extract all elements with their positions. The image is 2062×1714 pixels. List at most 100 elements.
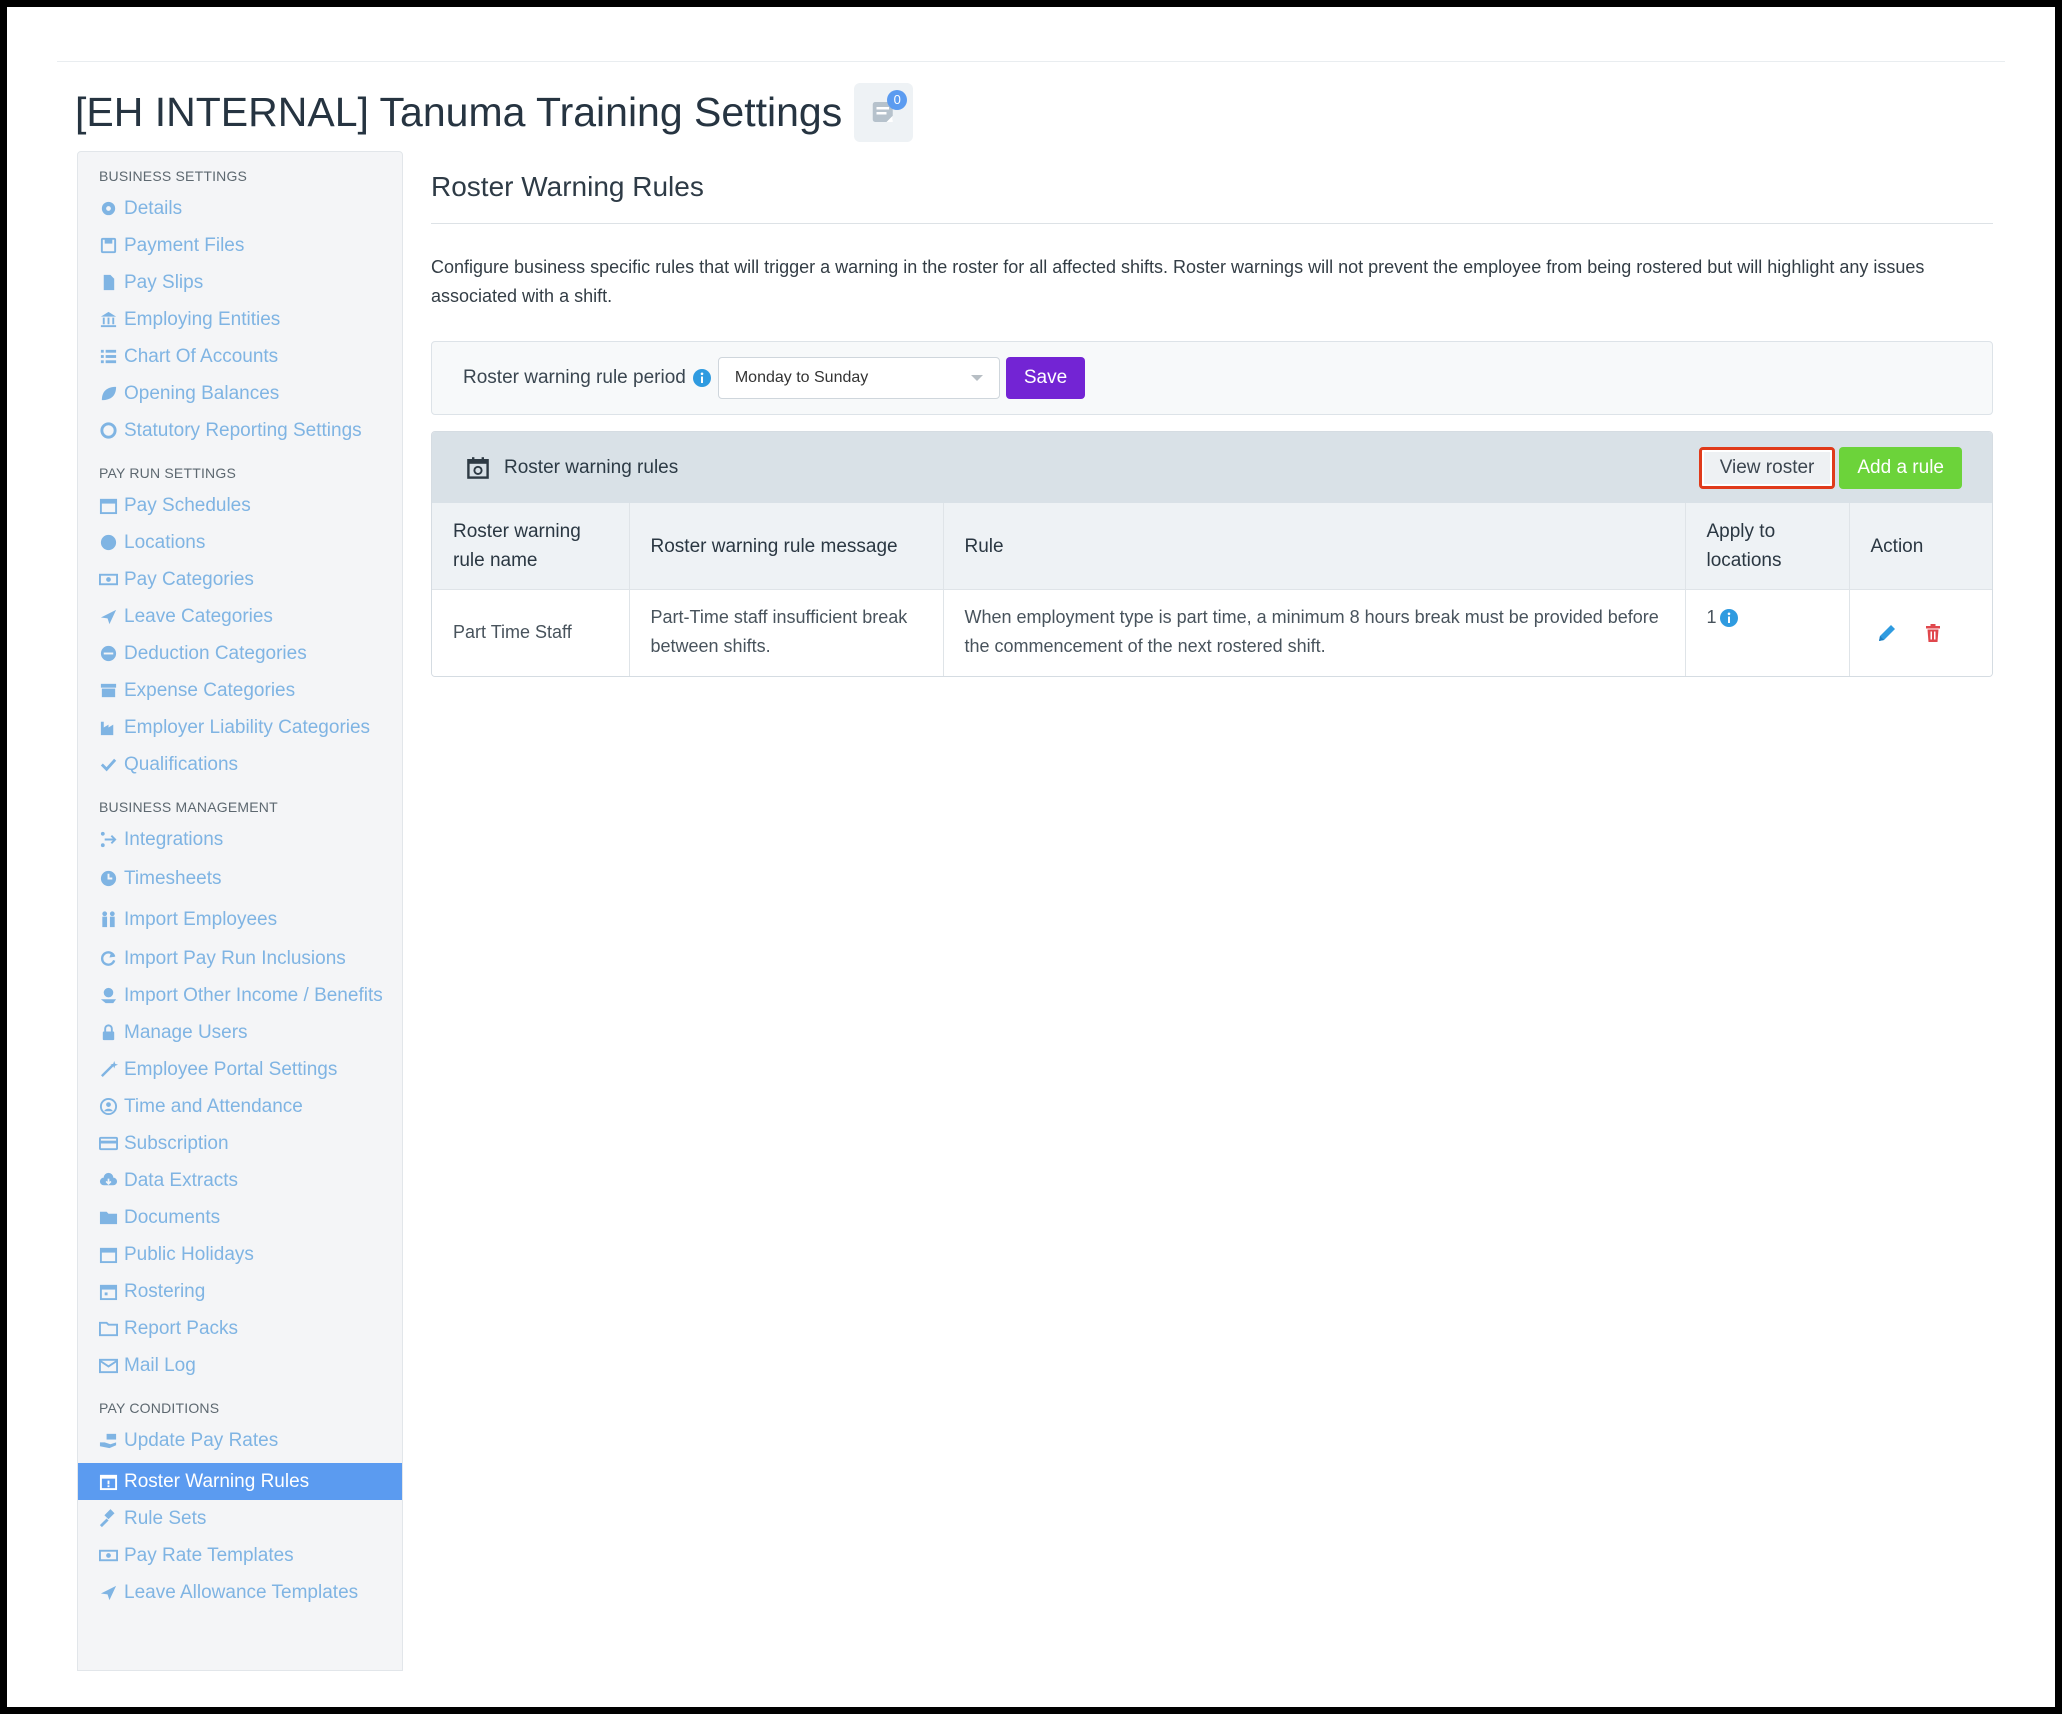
edit-pencil-icon[interactable] (1875, 621, 1899, 645)
rules-table: Roster warning rule name Roster warning … (432, 503, 1992, 676)
notes-count-badge: 0 (887, 89, 908, 110)
sidebar-item-locations[interactable]: Locations (78, 524, 402, 561)
calendar-icon (99, 1282, 118, 1301)
chevron-down-icon (970, 375, 983, 381)
sidebar-item-employee-portal-settings[interactable]: Employee Portal Settings (78, 1051, 402, 1088)
rules-panel: Roster warning rules View roster Add a r… (431, 431, 1993, 677)
plane-icon (99, 1583, 118, 1602)
rules-panel-header: Roster warning rules View roster Add a r… (432, 432, 1992, 503)
rules-panel-title: Roster warning rules (504, 456, 679, 478)
sidebar-item-rule-sets[interactable]: Rule Sets (78, 1500, 402, 1537)
main-content: Roster Warning Rules Configure business … (431, 151, 1993, 677)
archive-icon (99, 681, 118, 700)
table-row: Part Time Staff Part-Time staff insuffic… (432, 589, 1992, 676)
notes-button[interactable]: 0 (854, 82, 914, 142)
plane-icon (99, 607, 118, 626)
sidebar-item-public-holidays[interactable]: Public Holidays (78, 1236, 402, 1273)
sidebar-section-business-settings: BUSINESS SETTINGS (99, 168, 248, 184)
credit-card-icon (99, 1134, 118, 1153)
sidebar-item-qualifications[interactable]: Qualifications (78, 746, 402, 783)
sidebar-item-rostering[interactable]: Rostering (78, 1273, 402, 1310)
column-header-rule-message: Roster warning rule message (629, 503, 944, 590)
calendar-warning-icon (99, 1472, 118, 1491)
locations-cell: 1 (1685, 589, 1850, 676)
folder-icon (99, 1208, 118, 1227)
people-icon (99, 910, 118, 929)
sidebar-item-time-and-attendance[interactable]: Time and Attendance (78, 1088, 402, 1125)
sidebar-item-import-other-income-benefits[interactable]: Import Other Income / Benefits (78, 977, 402, 1014)
sidebar-item-deduction-categories[interactable]: Deduction Categories (78, 635, 402, 672)
rule-description-cell: When employment type is part time, a min… (943, 589, 1686, 676)
add-rule-button[interactable]: Add a rule (1839, 446, 1962, 489)
sidebar-item-details[interactable]: Details (78, 190, 402, 227)
leaf-icon (99, 384, 118, 403)
sidebar-item-employing-entities[interactable]: Employing Entities (78, 301, 402, 338)
attendance-icon (99, 1097, 118, 1116)
magic-wand-icon (99, 1060, 118, 1079)
folder-open-icon (99, 1319, 118, 1338)
sidebar-item-timesheets[interactable]: Timesheets (78, 858, 402, 899)
sidebar-section-pay-conditions: PAY CONDITIONS (99, 1400, 220, 1416)
column-header-rule-name: Roster warning rule name (432, 503, 630, 590)
rule-period-label: Roster warning rule period (463, 367, 686, 388)
sidebar-item-pay-slips[interactable]: Pay Slips (78, 264, 402, 301)
sidebar-item-payment-files[interactable]: Payment Files (78, 227, 402, 264)
sidebar-item-manage-users[interactable]: Manage Users (78, 1014, 402, 1051)
save-button[interactable]: Save (1005, 357, 1086, 399)
bank-icon (99, 310, 118, 329)
gear-icon (99, 199, 118, 218)
table-header-row: Roster warning rule name Roster warning … (432, 503, 1992, 590)
sidebar-item-chart-of-accounts[interactable]: Chart Of Accounts (78, 338, 402, 375)
sidebar-item-employer-liability-categories[interactable]: Employer Liability Categories (78, 709, 402, 746)
check-icon (99, 755, 118, 774)
list-icon (99, 347, 118, 366)
column-header-rule: Rule (943, 503, 1686, 590)
calendar-icon (99, 496, 118, 515)
sidebar-item-update-pay-rates[interactable]: Update Pay Rates (78, 1422, 402, 1459)
cloud-download-icon (99, 1171, 118, 1190)
sidebar-item-subscription[interactable]: Subscription (78, 1125, 402, 1162)
rule-period-panel: Roster warning rule period Monday to Sun… (431, 341, 1993, 415)
sidebar-item-opening-balances[interactable]: Opening Balances (78, 375, 402, 412)
settings-sidebar: BUSINESS SETTINGS Details Payment Files … (77, 151, 403, 1671)
sidebar-item-roster-warning-rules[interactable]: Roster Warning Rules (78, 1463, 402, 1500)
section-title: Roster Warning Rules (431, 171, 704, 202)
sidebar-item-pay-categories[interactable]: Pay Categories (78, 561, 402, 598)
sidebar-item-import-pay-run-inclusions[interactable]: Import Pay Run Inclusions (78, 940, 402, 977)
title-divider (431, 223, 1993, 224)
sidebar-item-leave-categories[interactable]: Leave Categories (78, 598, 402, 635)
sidebar-item-data-extracts[interactable]: Data Extracts (78, 1162, 402, 1199)
delete-trash-icon[interactable] (1921, 621, 1945, 645)
clock-icon (99, 869, 118, 888)
column-header-action: Action (1870, 535, 1924, 557)
info-icon[interactable] (1719, 608, 1739, 628)
sidebar-item-pay-rate-templates[interactable]: Pay Rate Templates (78, 1537, 402, 1574)
sidebar-item-pay-schedules[interactable]: Pay Schedules (78, 487, 402, 524)
integration-icon (99, 830, 118, 849)
sidebar-item-expense-categories[interactable]: Expense Categories (78, 672, 402, 709)
sidebar-item-import-employees[interactable]: Import Employees (78, 899, 402, 940)
sidebar-section-business-management: BUSINESS MANAGEMENT (99, 799, 278, 815)
rule-message-cell: Part-Time staff insufficient break betwe… (629, 589, 944, 676)
rule-name-cell: Part Time Staff (432, 589, 630, 676)
lock-icon (99, 1023, 118, 1042)
sidebar-item-statutory-reporting-settings[interactable]: Statutory Reporting Settings (78, 412, 402, 449)
floppy-disk-icon (99, 236, 118, 255)
view-roster-button[interactable]: View roster (1698, 446, 1836, 489)
rule-period-select[interactable]: Monday to Sunday (717, 357, 1000, 399)
rule-period-selected-value: Monday to Sunday (734, 369, 869, 386)
action-cell (1849, 590, 1992, 676)
hand-money-icon (99, 1431, 118, 1450)
sidebar-item-integrations[interactable]: Integrations (78, 821, 402, 858)
sidebar-item-documents[interactable]: Documents (78, 1199, 402, 1236)
sidebar-item-mail-log[interactable]: Mail Log (78, 1347, 402, 1384)
description-text: Configure business specific rules that w… (431, 257, 1925, 306)
sidebar-item-leave-allowance-templates[interactable]: Leave Allowance Templates (78, 1574, 402, 1611)
page-title: [EH INTERNAL] Tanuma Training Settings (75, 88, 843, 135)
money-icon (99, 570, 118, 589)
hand-heart-icon (99, 986, 118, 1005)
minus-circle-icon (99, 644, 118, 663)
info-icon[interactable] (692, 368, 712, 388)
top-divider (57, 61, 2005, 62)
sidebar-item-report-packs[interactable]: Report Packs (78, 1310, 402, 1347)
